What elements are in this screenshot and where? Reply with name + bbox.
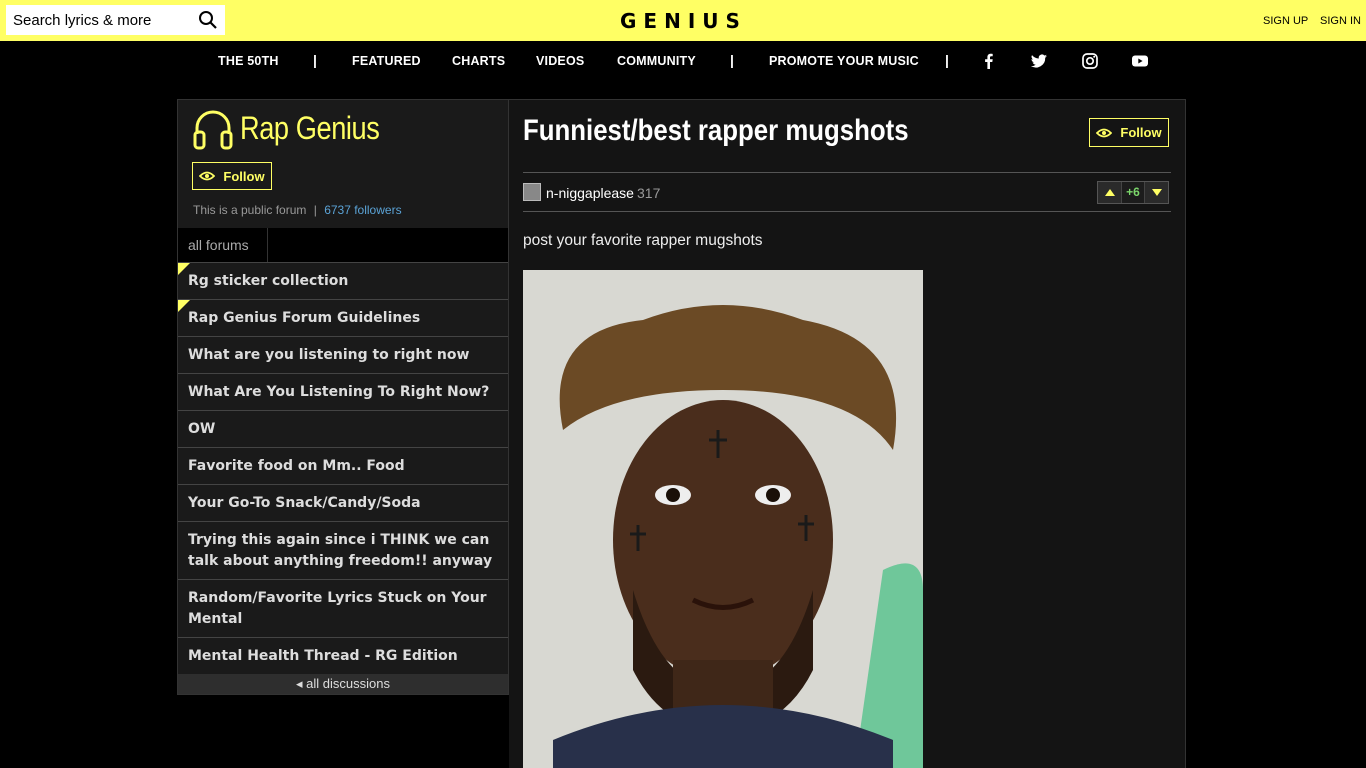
vote-control: +6 [1097, 181, 1169, 204]
eye-icon [1096, 128, 1113, 137]
thread-title: Mental Health Thread - RG Edition [188, 648, 458, 664]
follow-label: Follow [1120, 125, 1162, 140]
followers-link[interactable]: 6737 followers [324, 203, 401, 217]
pinned-marker [178, 300, 190, 312]
sign-up-link[interactable]: SIGN UP [1263, 15, 1308, 27]
nav-videos[interactable]: VIDEOS [536, 54, 584, 68]
vote-count: +6 [1121, 182, 1145, 203]
forum-header: Rap Genius Follow This is a public forum… [178, 100, 508, 228]
post-panel: Funniest/best rapper mugshots Follow n-n… [509, 99, 1186, 768]
upvote-button[interactable] [1098, 182, 1121, 203]
search-box[interactable] [6, 5, 225, 35]
thread-title: What Are You Listening To Right Now? [188, 384, 490, 400]
nav-the-50th[interactable]: THE 50TH [218, 54, 279, 68]
main-nav: THE 50TH | FEATURED CHARTS VIDEOS COMMUN… [0, 41, 1366, 81]
thread-title: Favorite food on Mm.. Food [188, 458, 405, 474]
thread-title: Rap Genius Forum Guidelines [188, 310, 421, 326]
forum-sidebar: Rap Genius Follow This is a public forum… [177, 99, 509, 695]
thread-title: Your Go-To Snack/Candy/Soda [188, 495, 421, 511]
author-iq: 317 [637, 185, 661, 201]
caret-left-icon: ◂ [296, 676, 303, 691]
post-title: Funniest/best rapper mugshots [523, 114, 909, 147]
all-discussions-link[interactable]: ◂ all discussions [178, 674, 508, 694]
headphones-icon [193, 110, 233, 150]
thread-item[interactable]: OW [178, 410, 508, 447]
nav-separator: | [730, 52, 734, 68]
thread-title: Random/Favorite Lyrics Stuck on Your Men… [188, 590, 487, 627]
thread-title: Rg sticker collection [188, 273, 349, 289]
follow-label: Follow [223, 168, 265, 184]
thread-item[interactable]: Your Go-To Snack/Candy/Soda [178, 484, 508, 521]
mugshot-image[interactable] [523, 270, 923, 768]
thread-item[interactable]: Mental Health Thread - RG Edition [178, 637, 508, 674]
info-separator: | [313, 203, 317, 217]
nav-separator: | [313, 52, 317, 68]
search-input[interactable] [6, 5, 196, 35]
nav-charts[interactable]: CHARTS [452, 54, 505, 68]
post-body: post your favorite rapper mugshots [523, 232, 763, 249]
nav-featured[interactable]: FEATURED [352, 54, 421, 68]
thread-list: Rg sticker collection Rap Genius Forum G… [178, 262, 508, 674]
downvote-button[interactable] [1145, 182, 1168, 203]
eye-icon [199, 171, 216, 181]
all-discussions-label: all discussions [306, 676, 390, 691]
public-forum-text: This is a public forum [193, 203, 307, 217]
author-avatar[interactable] [523, 183, 541, 201]
top-bar: GENIUS SIGN UP SIGN IN [0, 0, 1366, 41]
post-follow-button[interactable]: Follow [1089, 118, 1169, 147]
author-name[interactable]: n-niggaplease [546, 185, 634, 201]
thread-item[interactable]: Random/Favorite Lyrics Stuck on Your Men… [178, 579, 508, 637]
forum-tabs: all forums [178, 228, 508, 262]
arrow-up-icon [1104, 189, 1115, 196]
sign-in-link[interactable]: SIGN IN [1320, 15, 1361, 27]
search-icon[interactable] [198, 10, 218, 30]
facebook-icon[interactable] [980, 52, 998, 70]
thread-title: Trying this again since i THINK we can t… [188, 532, 493, 569]
tab-all-forums[interactable]: all forums [178, 228, 268, 262]
forum-info: This is a public forum | 6737 followers [193, 203, 402, 217]
thread-item[interactable]: Favorite food on Mm.. Food [178, 447, 508, 484]
forum-title[interactable]: Rap Genius [240, 110, 380, 147]
pinned-marker [178, 263, 190, 275]
thread-title: OW [188, 421, 216, 437]
thread-item[interactable]: Rap Genius Forum Guidelines [178, 299, 508, 336]
thread-item[interactable]: What Are You Listening To Right Now? [178, 373, 508, 410]
youtube-icon[interactable] [1131, 52, 1149, 70]
forum-follow-button[interactable]: Follow [192, 162, 272, 190]
genius-logo[interactable]: GENIUS [620, 9, 747, 33]
instagram-icon[interactable] [1081, 52, 1099, 70]
nav-community[interactable]: COMMUNITY [617, 54, 696, 68]
thread-item[interactable]: Rg sticker collection [178, 262, 508, 299]
thread-item[interactable]: What are you listening to right now [178, 336, 508, 373]
nav-separator: | [945, 52, 949, 68]
arrow-down-icon [1151, 189, 1162, 196]
thread-item[interactable]: Trying this again since i THINK we can t… [178, 521, 508, 579]
author-row: n-niggaplease 317 +6 [523, 172, 1171, 212]
twitter-icon[interactable] [1030, 52, 1048, 70]
nav-promote-your-music[interactable]: PROMOTE YOUR MUSIC [769, 54, 919, 68]
thread-title: What are you listening to right now [188, 347, 470, 363]
